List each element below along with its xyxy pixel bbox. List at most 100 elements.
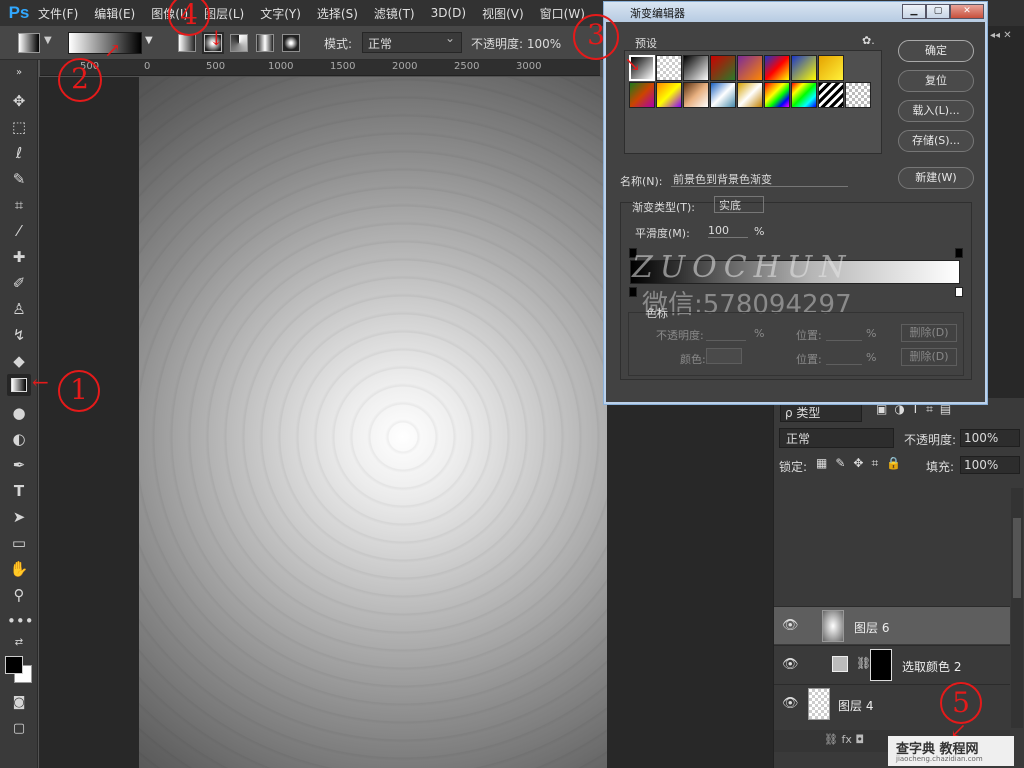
brush-tool-icon[interactable]: ✐: [7, 272, 31, 294]
preset-swatch[interactable]: [683, 82, 709, 108]
more-tools-icon[interactable]: •••: [7, 610, 34, 632]
preset-swatch[interactable]: [764, 55, 790, 81]
collapse-icon[interactable]: »: [7, 62, 31, 84]
layer-filter-select[interactable]: ρ 类型: [780, 402, 862, 422]
link-layers-icon[interactable]: ⛓: [824, 733, 841, 746]
menu-layer[interactable]: 图层(L): [204, 5, 244, 22]
preset-swatch[interactable]: [710, 82, 736, 108]
load-button[interactable]: 载入(L)...: [898, 100, 974, 122]
move-tool-icon[interactable]: ✥: [7, 90, 31, 112]
preset-swatch[interactable]: [791, 55, 817, 81]
location-input[interactable]: [826, 326, 862, 341]
opacity-stop[interactable]: [955, 248, 963, 258]
eraser-tool-icon[interactable]: ◆: [7, 350, 31, 372]
eye-icon[interactable]: 👁: [782, 618, 799, 633]
smoothness-input[interactable]: 100: [708, 224, 748, 238]
mask-icon[interactable]: ◘: [855, 733, 864, 746]
preset-swatch[interactable]: [791, 82, 817, 108]
opacity-label[interactable]: 不透明度: 100%: [471, 35, 561, 52]
collapse-icon[interactable]: ◂◂ ✕: [990, 30, 1012, 41]
preset-swatch[interactable]: [845, 82, 871, 108]
chevron-down-icon[interactable]: ▼: [145, 35, 153, 46]
gear-icon[interactable]: ✿.: [862, 34, 875, 47]
zoom-tool-icon[interactable]: ⚲: [7, 584, 31, 606]
preset-swatch[interactable]: [737, 82, 763, 108]
gradient-tool-icon[interactable]: [7, 374, 31, 396]
delete-button[interactable]: 删除(D): [901, 348, 957, 366]
preset-swatch[interactable]: [818, 55, 844, 81]
layers-scrollbar[interactable]: [1011, 488, 1023, 728]
lock-icons[interactable]: ▦✎✥⌗🔒: [816, 456, 909, 471]
new-button[interactable]: 新建(W): [898, 167, 974, 189]
rectangle-tool-icon[interactable]: ▭: [7, 532, 31, 554]
foreground-color-swatch[interactable]: [5, 656, 23, 674]
layer-opacity-input[interactable]: 100%: [960, 429, 1020, 447]
menu-view[interactable]: 视图(V): [482, 5, 524, 22]
menu-edit[interactable]: 编辑(E): [94, 5, 135, 22]
blend-mode-select[interactable]: 正常: [779, 428, 894, 448]
tools-panel: » ✥ ⬚ ℓ ✎ ⌗ ⁄ ✚ ✐ ♙ ↯ ◆ ● ◐ ✒ T ➤ ▭ ✋ ⚲ …: [0, 60, 38, 768]
gradient-type-select[interactable]: 实底: [714, 196, 764, 213]
eyedropper-tool-icon[interactable]: ⁄: [7, 220, 31, 242]
tool-preset-picker[interactable]: [18, 33, 40, 53]
blur-tool-icon[interactable]: ●: [7, 402, 31, 424]
ok-button[interactable]: 确定: [898, 40, 974, 62]
layer-row[interactable]: 👁 图层 6: [774, 606, 1010, 644]
stamp-tool-icon[interactable]: ♙: [7, 298, 31, 320]
name-input[interactable]: 前景色到背景色渐变: [671, 171, 848, 187]
menu-select[interactable]: 选择(S): [317, 5, 358, 22]
hand-tool-icon[interactable]: ✋: [7, 558, 31, 580]
healing-brush-tool-icon[interactable]: ✚: [7, 246, 31, 268]
color-stop[interactable]: [629, 287, 637, 297]
fx-button[interactable]: fx: [841, 733, 851, 746]
crop-tool-icon[interactable]: ⌗: [7, 194, 31, 216]
delete-button[interactable]: 删除(D): [901, 324, 957, 342]
stop-opacity-input[interactable]: [706, 326, 746, 341]
preset-swatch[interactable]: [764, 82, 790, 108]
location-input[interactable]: [826, 350, 862, 365]
reflected-gradient-button[interactable]: [256, 34, 274, 52]
minimize-button[interactable]: ▁: [902, 4, 926, 19]
history-brush-tool-icon[interactable]: ↯: [7, 324, 31, 346]
menu-filter[interactable]: 滤镜(T): [374, 5, 415, 22]
marquee-tool-icon[interactable]: ⬚: [7, 116, 31, 138]
link-icon[interactable]: ⛓: [856, 656, 871, 670]
save-button[interactable]: 存储(S)...: [898, 130, 974, 152]
diamond-gradient-button[interactable]: [282, 34, 300, 52]
scroll-thumb[interactable]: [1013, 518, 1021, 598]
dodge-tool-icon[interactable]: ◐: [7, 428, 31, 450]
photoshop-logo: Ps: [8, 3, 30, 22]
menu-file[interactable]: 文件(F): [38, 5, 78, 22]
preset-swatch[interactable]: [629, 82, 655, 108]
preset-swatch[interactable]: [683, 55, 709, 81]
color-stop[interactable]: [955, 287, 963, 297]
eye-icon[interactable]: 👁: [782, 657, 799, 672]
lasso-tool-icon[interactable]: ℓ: [7, 142, 31, 164]
preset-swatch[interactable]: [656, 55, 682, 81]
preset-swatch[interactable]: [656, 82, 682, 108]
chevron-down-icon[interactable]: ▼: [44, 35, 52, 46]
preset-swatch[interactable]: [737, 55, 763, 81]
menu-3d[interactable]: 3D(D): [431, 6, 466, 20]
quick-select-tool-icon[interactable]: ✎: [7, 168, 31, 190]
reset-button[interactable]: 复位: [898, 70, 974, 92]
canvas[interactable]: [139, 77, 607, 768]
angle-gradient-button[interactable]: [230, 34, 248, 52]
menu-type[interactable]: 文字(Y): [260, 5, 301, 22]
quick-mask-icon[interactable]: ◙: [7, 692, 31, 714]
screen-mode-icon[interactable]: ▢: [7, 718, 31, 740]
swap-colors-icon[interactable]: ⇄: [7, 632, 31, 654]
fill-input[interactable]: 100%: [960, 456, 1020, 474]
maximize-button[interactable]: ▢: [926, 4, 950, 19]
path-select-tool-icon[interactable]: ➤: [7, 506, 31, 528]
layer-row[interactable]: 👁 ⛓ 选取颜色 2: [774, 645, 1010, 683]
mode-select[interactable]: 正常: [362, 31, 462, 53]
preset-swatch[interactable]: [710, 55, 736, 81]
eye-icon[interactable]: 👁: [782, 696, 799, 711]
linear-gradient-button[interactable]: [178, 34, 196, 52]
close-button[interactable]: ✕: [950, 4, 984, 19]
stop-color-swatch[interactable]: [706, 348, 742, 364]
type-tool-icon[interactable]: T: [7, 480, 31, 502]
preset-swatch[interactable]: [818, 82, 844, 108]
pen-tool-icon[interactable]: ✒: [7, 454, 31, 476]
